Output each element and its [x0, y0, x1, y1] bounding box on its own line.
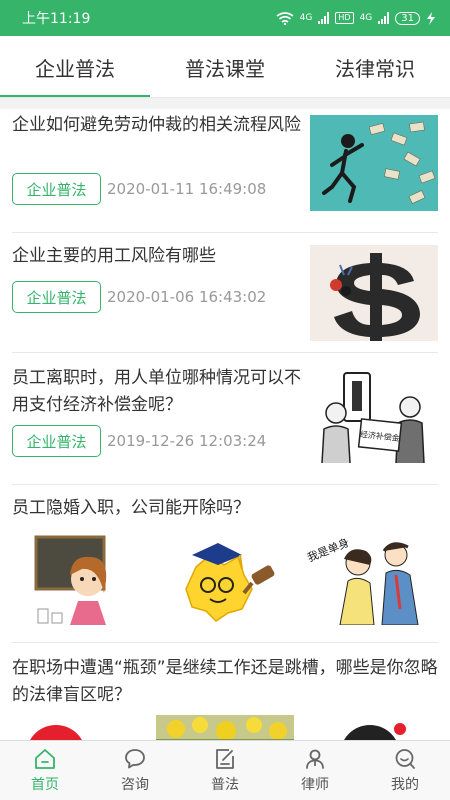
article-thumbnail[interactable]: 我是单身 — [300, 529, 438, 625]
category-tabs: 企业普法 普法课堂 法律常识 — [0, 36, 450, 98]
network-label-1: 4G — [299, 13, 313, 23]
nav-law-label: 普法 — [211, 777, 239, 793]
tab-law-classroom[interactable]: 普法课堂 — [150, 36, 300, 98]
tab-enterprise-law[interactable]: 企业普法 — [0, 36, 150, 98]
status-bar: 上午11:19 4G HD 4G 31 — [0, 0, 450, 36]
category-tag: 企业普法 — [12, 281, 101, 313]
article-title[interactable]: 员工隐婚入职，公司能开除吗？ — [12, 495, 432, 522]
nav-consult[interactable]: 咨询 — [90, 741, 180, 800]
nav-lawyer[interactable]: 律师 — [270, 741, 360, 800]
category-tag: 企业普法 — [12, 425, 101, 457]
article-title[interactable]: 员工离职时，用人单位哪种情况可以不用支付经济补偿金呢？ — [12, 365, 308, 419]
tab-legal-knowledge[interactable]: 法律常识 — [300, 36, 450, 98]
article-item[interactable]: 员工隐婚入职，公司能开除吗？ 我是单身 — [12, 485, 438, 643]
wifi-icon — [276, 11, 294, 25]
divider — [0, 97, 450, 109]
article-thumbnail[interactable] — [156, 715, 294, 740]
article-title[interactable]: 企业如何避免劳动仲裁的相关流程风险 — [12, 112, 302, 139]
chat-bubble-icon — [125, 749, 145, 769]
nav-law[interactable]: 普法 — [180, 741, 270, 800]
article-thumbnails[interactable] — [12, 715, 438, 740]
lawyer-person-icon — [306, 749, 324, 769]
article-date: 2020-01-06 16:43:02 — [107, 288, 267, 306]
nav-consult-label: 咨询 — [121, 777, 149, 793]
edit-document-icon — [216, 749, 234, 769]
article-date: 2019-12-26 12:03:24 — [107, 432, 267, 450]
status-icons: 4G HD 4G 31 — [276, 11, 436, 25]
article-date: 2020-01-11 16:49:08 — [107, 180, 267, 198]
article-feed[interactable]: 企业如何避免劳动仲裁的相关流程风险 企业普法 2020-01-11 16:49:… — [0, 109, 450, 740]
bottom-navigation: 首页 咨询 普法 律师 我的 — [0, 740, 450, 800]
nav-mine-label: 我的 — [391, 777, 419, 793]
home-icon — [35, 749, 55, 769]
status-time: 上午11:19 — [22, 11, 91, 27]
article-item[interactable]: 企业主要的用工风险有哪些 企业普法 2020-01-06 16:43:02 — [12, 233, 438, 353]
article-title[interactable]: 在职场中遭遇“瓶颈”是继续工作还是跳槽，哪些是你忽略的法律盲区呢？ — [12, 655, 438, 709]
article-thumbnail[interactable] — [310, 245, 438, 341]
article-thumbnail[interactable] — [12, 715, 150, 740]
battery-level: 31 — [395, 11, 420, 25]
article-item[interactable]: 员工离职时，用人单位哪种情况可以不用支付经济补偿金呢？ 企业普法 2019-12… — [12, 353, 438, 485]
article-thumbnail[interactable]: 经济补偿金 — [310, 367, 438, 463]
article-thumbnail[interactable] — [156, 529, 294, 625]
hd-badge: HD — [335, 12, 354, 24]
article-item[interactable]: 在职场中遭遇“瓶颈”是继续工作还是跳槽，哪些是你忽略的法律盲区呢？ — [12, 643, 438, 740]
article-thumbnail[interactable] — [12, 529, 150, 625]
charging-icon — [427, 11, 435, 25]
category-tag: 企业普法 — [12, 173, 101, 205]
nav-home[interactable]: 首页 — [0, 741, 90, 800]
article-thumbnails[interactable]: 我是单身 — [12, 529, 438, 625]
profile-icon — [395, 749, 415, 769]
nav-mine[interactable]: 我的 — [360, 741, 450, 800]
network-label-2: 4G — [359, 13, 373, 23]
article-thumbnail[interactable] — [300, 715, 438, 740]
signal-icon — [318, 12, 330, 24]
article-item[interactable]: 企业如何避免劳动仲裁的相关流程风险 企业普法 2020-01-11 16:49:… — [12, 109, 438, 233]
article-title[interactable]: 企业主要的用工风险有哪些 — [12, 243, 302, 270]
nav-home-label: 首页 — [31, 777, 59, 793]
signal-icon-2 — [378, 12, 390, 24]
nav-lawyer-label: 律师 — [301, 777, 329, 793]
article-thumbnail[interactable] — [310, 115, 438, 211]
